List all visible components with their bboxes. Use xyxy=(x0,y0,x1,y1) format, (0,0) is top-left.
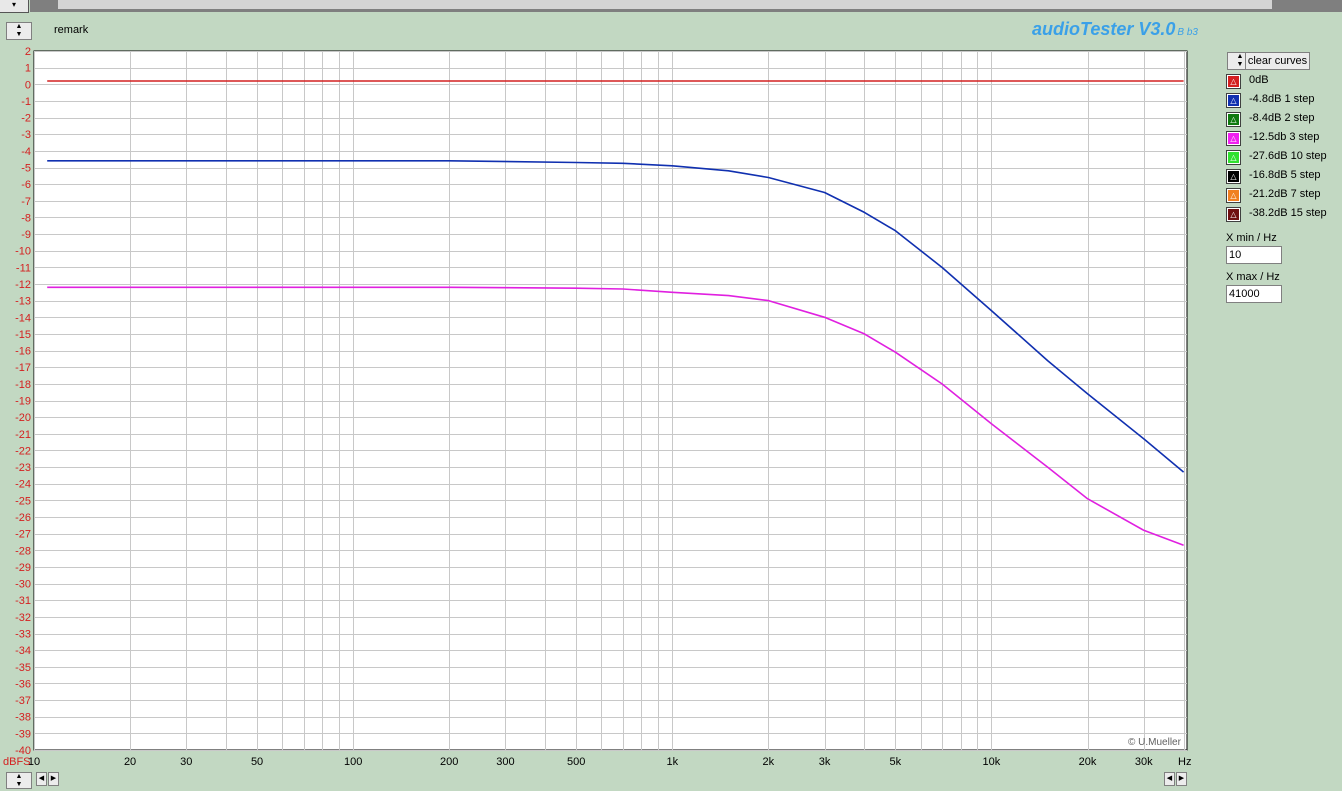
legend-swatch-icon[interactable]: △ xyxy=(1226,74,1241,89)
y-tick-label: -28 xyxy=(15,545,31,557)
y-tick-label: -14 xyxy=(15,312,31,324)
clear-curves-button[interactable]: clear curves xyxy=(1245,52,1310,70)
y-tick-label: -12 xyxy=(15,279,31,291)
legend-label: 0dB xyxy=(1249,74,1269,86)
y-axis-unit-label: dBFS xyxy=(3,756,31,768)
y-tick-label: -37 xyxy=(15,695,31,707)
y-tick-label: -17 xyxy=(15,362,31,374)
y-tick-label: -4 xyxy=(21,146,31,158)
y-tick-label: -1 xyxy=(21,96,31,108)
legend-label: -27.6dB 10 step xyxy=(1249,150,1327,162)
y-tick-label: -23 xyxy=(15,462,31,474)
y-tick-label: -29 xyxy=(15,562,31,574)
x-tick-label: 3k xyxy=(819,756,831,768)
x-tick-label: 100 xyxy=(344,756,362,768)
x-axis-unit-label: Hz xyxy=(1178,756,1191,768)
xmin-label: X min / Hz xyxy=(1226,232,1277,244)
y-tick-label: -26 xyxy=(15,512,31,524)
x-tick-label: 30k xyxy=(1135,756,1153,768)
copyright-label: © U.Mueller xyxy=(1128,737,1182,748)
x-tick-label: 200 xyxy=(440,756,458,768)
scroll-right-button[interactable]: ▶ xyxy=(48,772,59,786)
legend-label: -8.4dB 2 step xyxy=(1249,112,1315,124)
x-tick-label: 20k xyxy=(1079,756,1097,768)
y-tick-label: -11 xyxy=(16,262,31,274)
xmin-input[interactable]: 10 xyxy=(1226,246,1282,264)
legend-swatch-icon[interactable]: △ xyxy=(1226,93,1241,108)
plot-area xyxy=(33,50,1188,751)
bottom-spinner[interactable]: ▲ ▼ xyxy=(6,772,32,789)
y-tick-label: 2 xyxy=(25,46,31,58)
y-tick-label: -9 xyxy=(21,229,31,241)
y-tick-label: -30 xyxy=(15,579,31,591)
x-tick-label: 10k xyxy=(983,756,1001,768)
frequency-response-chart: 2 1 0 -1 -2 -3 -4 -5 -6 -7 -8 -9 -10 -11 -12 -13 -14 -15 -… xyxy=(3,46,1191,768)
x-tick-label: 300 xyxy=(496,756,514,768)
legend-label: -12.5db 3 step xyxy=(1249,131,1320,143)
y-tick-label: -27 xyxy=(15,529,31,541)
y-tick-label: -20 xyxy=(15,412,31,424)
legend-swatch-icon[interactable]: △ xyxy=(1226,112,1241,127)
y-tick-label: -19 xyxy=(15,396,31,408)
x-tick-label: 1k xyxy=(666,756,678,768)
legend-label: -4.8dB 1 step xyxy=(1249,93,1315,105)
y-tick-label: -8 xyxy=(21,212,31,224)
y-tick-label: -10 xyxy=(15,246,31,258)
legend-swatch-icon[interactable]: △ xyxy=(1226,188,1241,203)
y-tick-label: -15 xyxy=(15,329,31,341)
y-tick-label: -18 xyxy=(15,379,31,391)
x-tick-label: 5k xyxy=(890,756,902,768)
y-tick-label: 1 xyxy=(25,63,31,75)
legend-label: -38.2dB 15 step xyxy=(1249,207,1327,219)
xmax-label: X max / Hz xyxy=(1226,271,1280,283)
legend-swatch-icon[interactable]: △ xyxy=(1226,131,1241,146)
zoom-right-button[interactable]: ▶ xyxy=(1176,772,1187,786)
y-tick-label: -21 xyxy=(15,429,31,441)
xmax-input[interactable]: 41000 xyxy=(1226,285,1282,303)
y-tick-label: -2 xyxy=(21,113,31,125)
legend-swatch-icon[interactable]: △ xyxy=(1226,207,1241,222)
y-tick-label: -35 xyxy=(15,662,31,674)
y-tick-label: -34 xyxy=(15,645,31,657)
y-tick-label: -24 xyxy=(15,479,31,491)
y-tick-label: -22 xyxy=(15,445,31,457)
y-tick-label: -16 xyxy=(15,346,31,358)
y-tick-label: -5 xyxy=(21,163,31,175)
y-tick-labels: 2 1 0 -1 -2 -3 -4 -5 -6 -7 -8 -9 -10 -11 -12 -13 -14 -15 -… xyxy=(15,46,31,757)
x-tick-label: 500 xyxy=(567,756,585,768)
y-tick-label: -6 xyxy=(21,179,31,191)
y-tick-label: -38 xyxy=(15,712,31,724)
y-tick-label: -25 xyxy=(15,495,31,507)
x-tick-label: 30 xyxy=(180,756,192,768)
legend-swatch-icon[interactable]: △ xyxy=(1226,169,1241,184)
legend-label: -16.8dB 5 step xyxy=(1249,169,1321,181)
y-tick-label: -7 xyxy=(21,196,31,208)
x-tick-labels: 10 20 30 50 100 200 300 500 1k 2k 3k 5k 10k 20k 30k xyxy=(28,756,1153,768)
y-tick-label: -32 xyxy=(15,612,31,624)
scroll-left-button[interactable]: ◀ xyxy=(36,772,47,786)
zoom-left-button[interactable]: ◀ xyxy=(1164,772,1175,786)
x-tick-label: 20 xyxy=(124,756,136,768)
y-tick-label: -33 xyxy=(15,629,31,641)
y-tick-label: -36 xyxy=(15,678,31,690)
y-tick-label: 0 xyxy=(25,79,31,91)
y-tick-label: -13 xyxy=(15,296,31,308)
x-tick-label: 2k xyxy=(763,756,775,768)
y-tick-label: -3 xyxy=(21,129,31,141)
legend-swatch-icon[interactable]: △ xyxy=(1226,150,1241,165)
legend-label: -21.2dB 7 step xyxy=(1249,188,1321,200)
x-tick-label: 50 xyxy=(251,756,263,768)
y-tick-label: -39 xyxy=(15,728,31,740)
y-tick-label: -31 xyxy=(15,595,31,607)
